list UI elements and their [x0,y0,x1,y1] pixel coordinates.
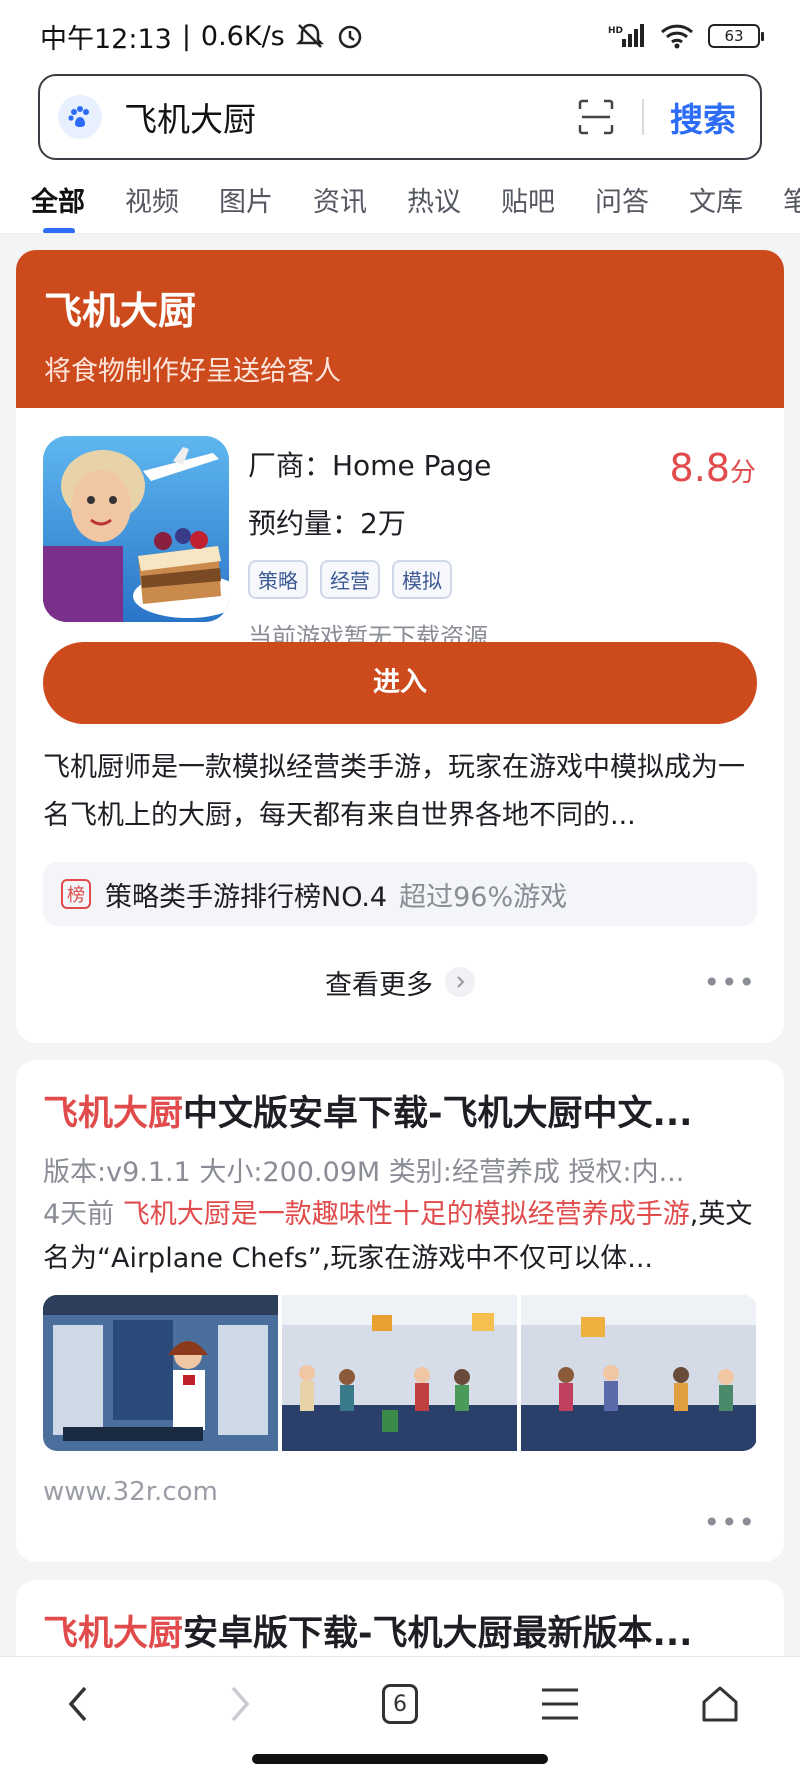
forward-icon[interactable] [210,1679,270,1729]
status-right: HD 63 [608,23,764,49]
alarm-icon [338,25,361,49]
search-box[interactable]: 飞机大厨 搜索 [38,74,762,160]
tabs-count: 6 [382,1684,418,1724]
rank-badge-icon: 榜 [61,879,91,909]
tab-notes[interactable]: 笔 [783,168,800,233]
result-title[interactable]: 飞机大厨安卓版下载-飞机大厨最新版本... [43,1608,757,1660]
tab-all[interactable]: 全部 [31,168,85,233]
result-title-rest: 中文版安卓下载-飞机大厨中文... [183,1094,693,1134]
game-description[interactable]: 飞机厨师是一款模拟经营类手游，玩家在游戏中模拟成为一名飞机上的大厨，每天都有来自… [43,744,759,840]
tabs-button[interactable]: 6 [370,1679,430,1729]
see-more-row: 查看更多 ••• [16,950,784,1014]
status-separator: | [181,20,191,52]
game-vendor: 厂商：Home Page [248,449,492,482]
score-value: 8.8 [669,446,730,490]
more-options-icon[interactable]: ••• [703,1506,756,1539]
game-info: 厂商：Home Page 预约量：2万 策略 经营 模拟 当前游戏暂无下载资源 … [16,408,784,651]
result-meta: 版本:v9.1.1 大小:200.09M 类别:经营养成 授权:内... [43,1157,685,1188]
signal-icon: HD [608,24,644,47]
home-indicator [252,1754,548,1764]
score-unit: 分 [729,458,756,488]
more-options-icon[interactable]: ••• [703,966,756,999]
game-score: 8.8分 [670,446,756,490]
search-input[interactable]: 飞机大厨 [124,93,576,141]
rank-subtext: 超过96%游戏 [399,881,568,913]
game-app-icon[interactable] [43,436,229,622]
result-snippet[interactable]: 4天前 飞机大厨是一款趣味性十足的模拟经营养成手游,英文名为“Airplane … [43,1193,757,1281]
svg-text:HD: HD [608,26,623,36]
result-thumbnails [43,1295,757,1451]
chevron-right-icon[interactable] [445,967,475,997]
wifi-icon [660,24,694,49]
tab-images[interactable]: 图片 [219,168,273,233]
tab-news[interactable]: 资讯 [313,168,367,233]
category-tabs: 全部 视频 图片 资讯 热议 贴吧 问答 文库 笔 [0,168,800,234]
search-header: 飞机大厨 搜索 [0,72,800,168]
snippet-highlight: 飞机大厨是一款趣味性十足的模拟经营养成手游 [122,1199,690,1230]
result-date: 4天前 [43,1199,115,1230]
home-icon[interactable] [690,1679,750,1729]
mute-icon [295,23,324,48]
tag-management[interactable]: 经营 [320,560,380,599]
menu-icon[interactable] [530,1679,590,1729]
battery-icon: 63 [708,24,764,48]
result-source[interactable]: www.32r.com [43,1477,757,1507]
result-title[interactable]: 飞机大厨中文版安卓下载-飞机大厨中文... [43,1088,757,1140]
status-time: 中午12:13 [40,23,172,55]
result-title-highlight: 飞机大厨 [43,1614,184,1654]
search-result: 飞机大厨中文版安卓下载-飞机大厨中文... 版本:v9.1.1 大小:200.0… [16,1060,784,1562]
tag-simulation[interactable]: 模拟 [392,560,452,599]
status-bar: 中午12:13 | 0.6K/s HD 63 [0,0,800,72]
scan-icon[interactable] [576,97,616,137]
game-header[interactable]: 飞机大厨 将食物制作好呈送给客人 [16,250,784,408]
search-divider [642,99,644,135]
search-button[interactable]: 搜索 [670,93,736,141]
status-speed: 0.6K/s [200,20,285,52]
screenshot-thumbnail[interactable] [282,1295,517,1451]
tab-tieba[interactable]: 贴吧 [501,168,555,233]
tab-library[interactable]: 文库 [689,168,743,233]
game-slogan: 将食物制作好呈送给客人 [44,356,341,387]
enter-button[interactable]: 进入 [43,642,757,724]
tab-discussion[interactable]: 热议 [407,168,461,233]
baidu-paw-icon [58,95,102,139]
screenshot-thumbnail[interactable] [43,1295,278,1451]
back-icon[interactable] [48,1679,108,1729]
game-tags: 策略 经营 模拟 [248,560,491,599]
tab-video[interactable]: 视频 [125,168,179,233]
see-more-button[interactable]: 查看更多 [325,963,433,1002]
tab-qa[interactable]: 问答 [595,168,649,233]
status-left: 中午12:13 | 0.6K/s [40,17,365,56]
rank-text: 策略类手游排行榜NO.4 [105,881,388,913]
tag-strategy[interactable]: 策略 [248,560,308,599]
result-title-rest: 安卓版下载-飞机大厨最新版本... [183,1614,693,1654]
result-title-highlight: 飞机大厨 [43,1094,184,1134]
screenshot-thumbnail[interactable] [521,1295,756,1451]
game-info-text: 厂商：Home Page 预约量：2万 策略 经营 模拟 当前游戏暂无下载资源 [248,444,491,652]
game-reservations: 预约量：2万 [248,507,406,540]
game-title: 飞机大厨 [44,289,197,333]
game-card: 飞机大厨 将食物制作好呈送给客人 厂商：Home Page 预约量：2万 策略 … [16,250,784,1043]
rank-bar[interactable]: 榜 策略类手游排行榜NO.4 超过96%游戏 [43,862,757,926]
